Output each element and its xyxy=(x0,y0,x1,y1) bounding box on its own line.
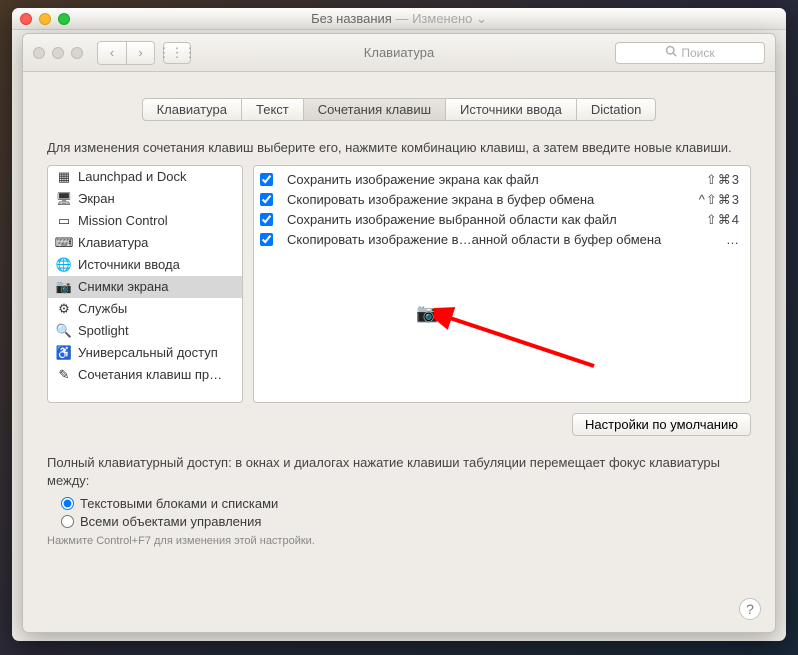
keyboard-icon: ⌨ xyxy=(56,235,72,251)
category-sidebar[interactable]: ▦ Launchpad и Dock 🖥 Экран ▭ Mission Control ⌨… xyxy=(47,165,243,403)
mission-icon: ▭ xyxy=(56,213,72,229)
sidebar-item-label: Службы xyxy=(78,301,127,316)
sidebar-item-label: Spotlight xyxy=(78,323,129,338)
zoom-icon[interactable] xyxy=(71,47,83,59)
sidebar-item-display[interactable]: 🖥 Экран xyxy=(48,188,242,210)
sidebar-item-label: Launchpad и Dock xyxy=(78,169,186,184)
sidebar-item-spotlight[interactable]: 🔍 Spotlight xyxy=(48,320,242,342)
sidebar-item-label: Источники ввода xyxy=(78,257,180,272)
spotlight-icon: 🔍 xyxy=(56,323,72,339)
sidebar-item-label: Экран xyxy=(78,191,115,206)
shortcut-keys[interactable]: … xyxy=(726,232,740,247)
shortcut-label: Сохранить изображение выбранной области … xyxy=(287,212,706,227)
nav-segmented: ‹ › xyxy=(97,41,155,65)
inner-toolbar: ‹ › ⋮⋮⋮ Клавиатура Поиск xyxy=(23,34,775,72)
camera-icon: 📷 xyxy=(56,279,72,295)
shortcut-row[interactable]: Скопировать изображение в…анной области … xyxy=(254,230,750,249)
keyboard-access-text: Полный клавиатурный доступ: в окнах и ди… xyxy=(47,454,751,490)
launchpad-icon: ▦ xyxy=(56,169,72,185)
radio-row[interactable]: Текстовыми блоками и списками xyxy=(61,496,751,511)
show-all-button[interactable]: ⋮⋮⋮ xyxy=(163,42,191,64)
shortcut-row[interactable]: Сохранить изображение экрана как файл⇧⌘3 xyxy=(254,170,750,190)
input-icon: 🌐 xyxy=(56,257,72,273)
tab-клавиатура[interactable]: Клавиатура xyxy=(142,98,242,121)
close-icon[interactable] xyxy=(20,13,32,25)
hint-text: Нажмите Control+F7 для изменения этой на… xyxy=(47,535,751,547)
instruction-text: Для изменения сочетания клавиш выберите … xyxy=(47,139,751,157)
radio-input[interactable] xyxy=(61,497,74,510)
tab-dictation[interactable]: Dictation xyxy=(576,98,657,121)
radio-input[interactable] xyxy=(61,515,74,528)
sidebar-item-label: Клавиатура xyxy=(78,235,148,250)
shortcut-keys[interactable]: ^⇧⌘3 xyxy=(699,192,740,208)
sidebar-item-label: Сочетания клавиш пр… xyxy=(78,367,222,382)
inner-traffic-lights xyxy=(33,47,83,59)
tab-текст[interactable]: Текст xyxy=(241,98,304,121)
minimize-icon[interactable] xyxy=(39,13,51,25)
shortcut-label: Скопировать изображение экрана в буфер о… xyxy=(287,192,699,207)
shortcut-checkbox[interactable] xyxy=(260,213,273,226)
shortcut-keys[interactable]: ⇧⌘3 xyxy=(706,172,740,188)
close-icon[interactable] xyxy=(33,47,45,59)
sidebar-item-label: Универсальный доступ xyxy=(78,345,218,360)
sidebar-item-mission[interactable]: ▭ Mission Control xyxy=(48,210,242,232)
shortcut-row[interactable]: Скопировать изображение экрана в буфер о… xyxy=(254,190,750,210)
search-placeholder: Поиск xyxy=(681,46,714,60)
outer-window: Без названия — Изменено ⌄ ‹ › ⋮⋮⋮ Клавиа… xyxy=(12,8,786,641)
sidebar-item-launchpad[interactable]: ▦ Launchpad и Dock xyxy=(48,166,242,188)
search-icon xyxy=(665,45,677,60)
sidebar-item-access[interactable]: ♿ Универсальный доступ xyxy=(48,342,242,364)
minimize-icon[interactable] xyxy=(52,47,64,59)
sidebar-item-keyboard[interactable]: ⌨ Клавиатура xyxy=(48,232,242,254)
radio-label: Текстовыми блоками и списками xyxy=(80,496,278,511)
sidebar-item-label: Снимки экрана xyxy=(78,279,169,294)
radio-row[interactable]: Всеми объектами управления xyxy=(61,514,751,529)
outer-window-title: Без названия — Изменено ⌄ xyxy=(12,11,786,27)
shortcut-keys[interactable]: ⇧⌘4 xyxy=(706,212,740,228)
tab-bar: КлавиатураТекстСочетания клавишИсточники… xyxy=(47,98,751,121)
outer-titlebar[interactable]: Без названия — Изменено ⌄ xyxy=(12,8,786,30)
outer-traffic-lights xyxy=(20,13,70,25)
sidebar-item-label: Mission Control xyxy=(78,213,168,228)
shortcut-label: Скопировать изображение в…анной области … xyxy=(287,232,726,247)
services-icon: ⚙ xyxy=(56,301,72,317)
annotation-arrow xyxy=(434,306,604,376)
back-button[interactable]: ‹ xyxy=(98,42,126,64)
tab-источники-ввода[interactable]: Источники ввода xyxy=(445,98,577,121)
access-icon: ♿ xyxy=(56,345,72,361)
shortcut-checkbox[interactable] xyxy=(260,173,273,186)
shortcuts-panel: Сохранить изображение экрана как файл⇧⌘3… xyxy=(253,165,751,403)
tab-сочетания-клавиш[interactable]: Сочетания клавиш xyxy=(303,98,446,121)
search-input[interactable]: Поиск xyxy=(615,42,765,64)
preferences-window: ‹ › ⋮⋮⋮ Клавиатура Поиск КлавиатураТекст… xyxy=(22,33,776,633)
display-icon: 🖥 xyxy=(56,191,72,207)
restore-defaults-button[interactable]: Настройки по умолчанию xyxy=(572,413,751,436)
keyboard-access-radios: Текстовыми блоками и списками Всеми объек… xyxy=(61,496,751,529)
sidebar-item-input[interactable]: 🌐 Источники ввода xyxy=(48,254,242,276)
help-button[interactable]: ? xyxy=(739,598,761,620)
shortcut-checkbox[interactable] xyxy=(260,193,273,206)
shortcut-checkbox[interactable] xyxy=(260,233,273,246)
forward-button[interactable]: › xyxy=(126,42,154,64)
camera-icon: 📷 xyxy=(416,303,438,324)
sidebar-item-custom[interactable]: ✎ Сочетания клавиш пр… xyxy=(48,364,242,386)
shortcut-label: Сохранить изображение экрана как файл xyxy=(287,172,706,187)
sidebar-item-camera[interactable]: 📷 Снимки экрана xyxy=(48,276,242,298)
custom-icon: ✎ xyxy=(56,367,72,383)
zoom-icon[interactable] xyxy=(58,13,70,25)
shortcut-row[interactable]: Сохранить изображение выбранной области … xyxy=(254,210,750,230)
sidebar-item-services[interactable]: ⚙ Службы xyxy=(48,298,242,320)
radio-label: Всеми объектами управления xyxy=(80,514,261,529)
